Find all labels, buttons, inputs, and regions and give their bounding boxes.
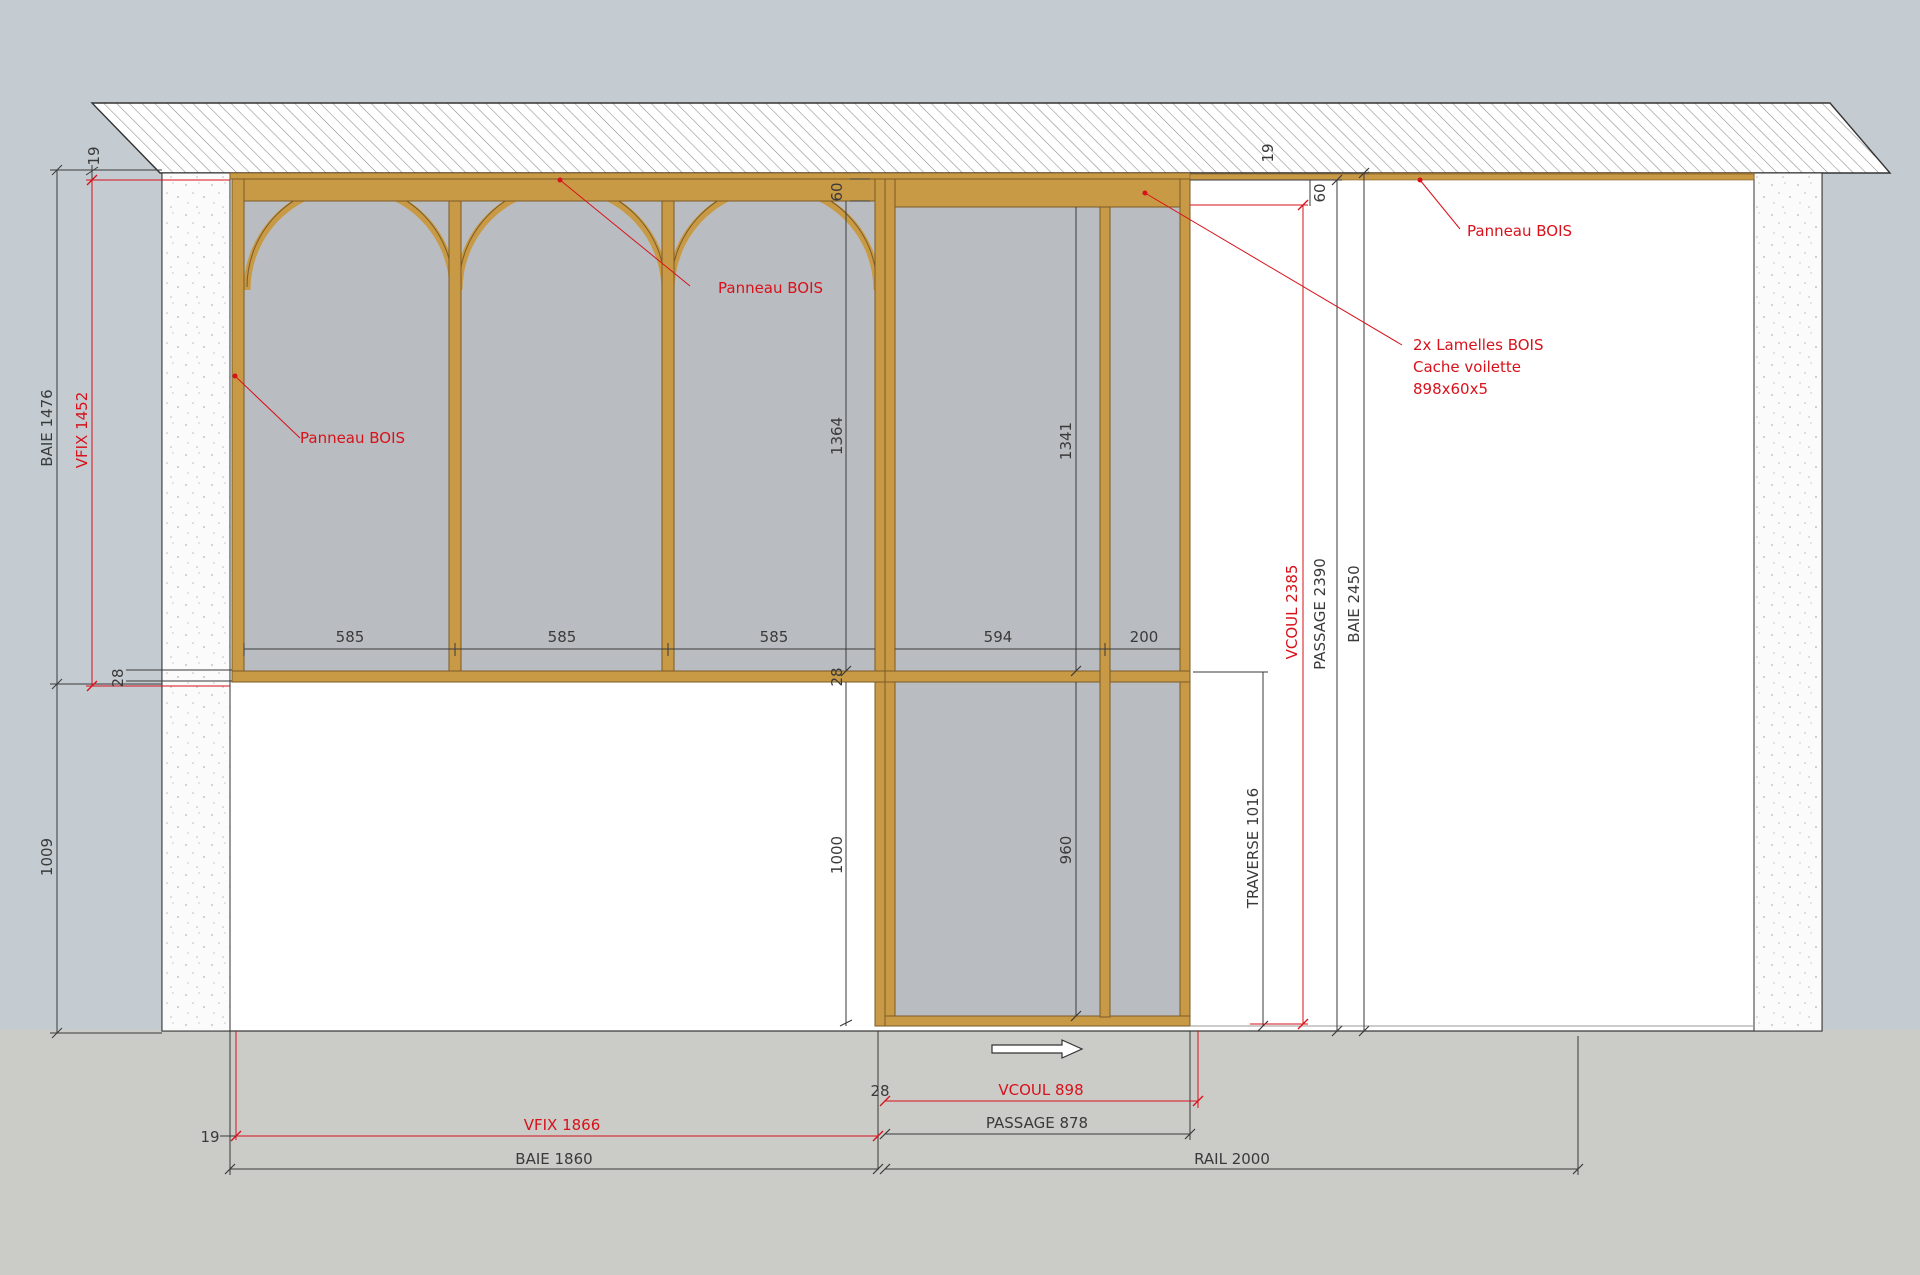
dim-traverse-1016: TRAVERSE 1016	[1244, 788, 1262, 909]
dim-200: 200	[1130, 628, 1159, 646]
dim-vfix-1452: VFIX 1452	[73, 392, 91, 469]
note-panneau-bois-left: Panneau BOIS	[300, 429, 405, 447]
dim-60-right: 60	[1311, 183, 1329, 202]
dim-28-left: 28	[109, 668, 127, 687]
right-masonry	[1753, 172, 1823, 1032]
dim-960: 960	[1057, 836, 1075, 865]
dim-1009: 1009	[38, 838, 56, 876]
dim-28-bottom: 28	[870, 1082, 889, 1100]
dim-1364: 1364	[828, 417, 846, 455]
dim-1341: 1341	[1057, 422, 1075, 460]
note-panneau-bois-arch: Panneau BOIS	[718, 279, 823, 297]
dim-585-2: 585	[548, 628, 577, 646]
dim-19-top-right: 19	[1259, 143, 1277, 162]
ceiling-slab	[90, 102, 1892, 174]
dim-vcoul-2385: VCOUL 2385	[1283, 565, 1301, 660]
dim-baie-2450: BAIE 2450	[1345, 565, 1363, 642]
dim-585-3: 585	[760, 628, 789, 646]
note-lamelles-line3: 898x60x5	[1413, 380, 1488, 398]
dim-baie-1476: BAIE 1476	[38, 389, 56, 466]
dim-60-mid: 60	[828, 182, 846, 201]
note-lamelles-line1: 2x Lamelles BOIS	[1413, 336, 1544, 354]
floor	[0, 1030, 1920, 1275]
dim-19-top-left: 19	[85, 146, 103, 165]
dim-19-bottom: 19	[200, 1128, 219, 1146]
note-panneau-bois-top: Panneau BOIS	[1467, 222, 1572, 240]
dim-passage-2390: PASSAGE 2390	[1311, 558, 1329, 670]
dim-baie-1860: BAIE 1860	[515, 1150, 592, 1168]
dim-vfix-1866: VFIX 1866	[524, 1116, 601, 1134]
dim-passage-878: PASSAGE 878	[986, 1114, 1088, 1132]
dim-594: 594	[984, 628, 1013, 646]
dim-585-1: 585	[336, 628, 365, 646]
sliding-door	[884, 178, 1191, 1027]
dim-28-mid: 28	[828, 667, 846, 686]
note-lamelles-line2: Cache voilette	[1413, 358, 1521, 376]
dim-rail-2000: RAIL 2000	[1194, 1150, 1270, 1168]
left-masonry	[161, 172, 231, 1032]
elevation-drawing: Panneau BOIS Panneau BOIS Panneau BOIS 2…	[0, 102, 1920, 1275]
dim-vcoul-898: VCOUL 898	[998, 1081, 1083, 1099]
dim-1000: 1000	[828, 836, 846, 874]
